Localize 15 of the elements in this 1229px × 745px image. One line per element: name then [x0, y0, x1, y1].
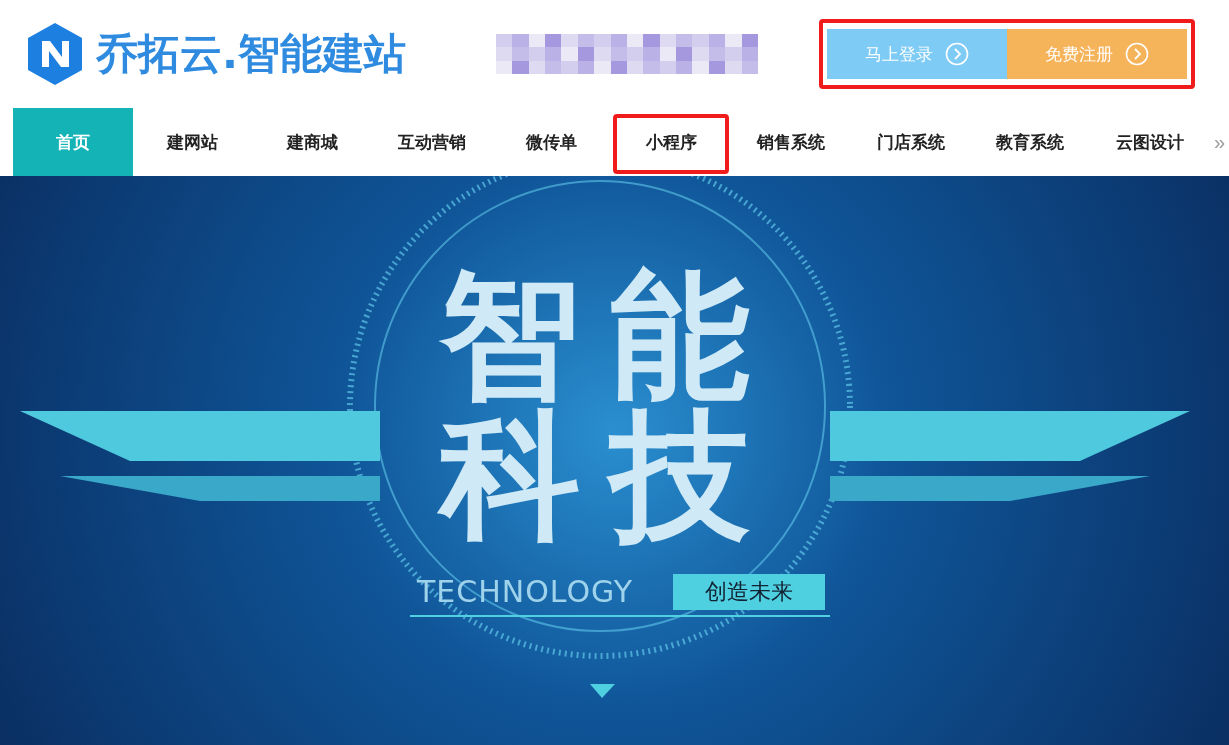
nav-tab[interactable]: 建商城: [252, 108, 373, 176]
nav-tab[interactable]: 门店系统: [850, 108, 971, 176]
nav-tab[interactable]: 建网站: [132, 108, 253, 176]
nav-tab[interactable]: 教育系统: [970, 108, 1091, 176]
chevron-circle-icon: [1125, 42, 1149, 66]
chevron-circle-icon: [945, 42, 969, 66]
nav-tab[interactable]: 销售系统: [731, 108, 851, 176]
banner-subtitle: TECHNOLOGY: [417, 574, 634, 609]
nav-tab[interactable]: 微传单: [491, 108, 612, 176]
nav-tab[interactable]: 互动营销: [372, 108, 492, 176]
banner-tag: 创造未来: [673, 574, 825, 610]
logo-text: 乔拓云.智能建站: [96, 28, 406, 80]
banner-headline: 智能: [440, 266, 780, 406]
nav-tab[interactable]: 小程序: [611, 108, 732, 176]
nav-tab[interactable]: 云图设计: [1090, 108, 1210, 176]
